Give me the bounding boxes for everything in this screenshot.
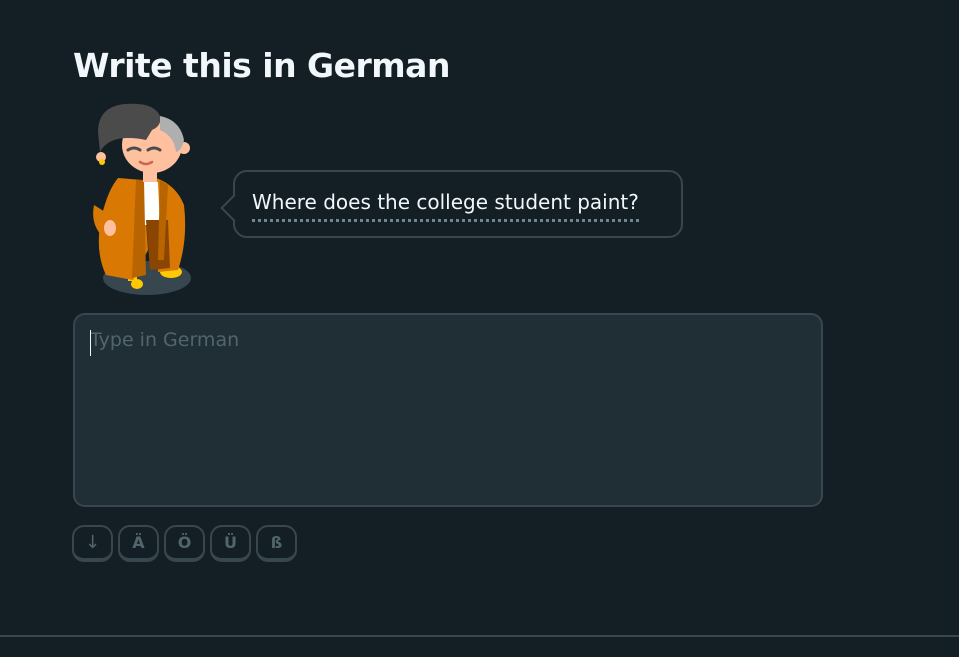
challenge-page: Write this in German Where does the coll… — [0, 0, 959, 657]
text-cursor — [90, 330, 91, 356]
speech-bubble: Where does the college student paint? — [220, 170, 683, 238]
u-umlaut-key[interactable]: Ü — [210, 525, 251, 562]
page-title: Write this in German — [73, 46, 450, 85]
footer-divider — [0, 635, 959, 637]
keyboard-toggle-button[interactable]: ↓ — [72, 525, 113, 562]
college-student-character-icon — [93, 103, 191, 295]
prompt-sentence[interactable]: Where does the college student paint? — [252, 187, 639, 222]
translation-input[interactable] — [73, 313, 823, 507]
special-character-keyboard: ↓ Ä Ö Ü ß — [72, 525, 297, 562]
eszett-key[interactable]: ß — [256, 525, 297, 562]
a-umlaut-key[interactable]: Ä — [118, 525, 159, 562]
speech-bubble-tail — [220, 195, 246, 221]
o-umlaut-key[interactable]: Ö — [164, 525, 205, 562]
